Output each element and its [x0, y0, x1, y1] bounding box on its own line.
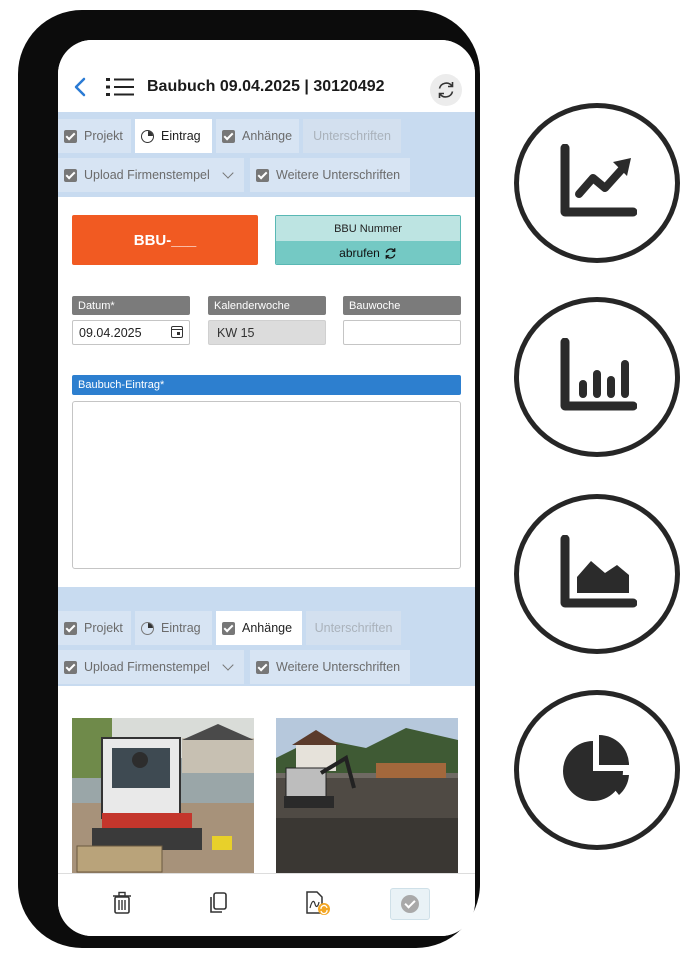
- checkbox-icon: [64, 168, 77, 182]
- app-screen: Baubuch 09.04.2025 | 30120492 Projekt Ei…: [58, 40, 475, 936]
- tab-label: Eintrag: [161, 621, 201, 635]
- tab-projekt[interactable]: Projekt: [58, 611, 131, 645]
- trash-icon[interactable]: [110, 890, 134, 916]
- bauwoche-field[interactable]: [343, 320, 461, 345]
- bauwoche-label: Bauwoche: [343, 296, 461, 315]
- tab-anhaenge[interactable]: Anhänge: [216, 611, 302, 645]
- checkbox-icon: [222, 129, 235, 143]
- baubuch-eintrag-textarea[interactable]: [72, 401, 461, 569]
- area-chart-badge: [514, 494, 680, 654]
- app-header: Baubuch 09.04.2025 | 30120492: [58, 40, 475, 112]
- tab-label: Projekt: [84, 129, 123, 143]
- copy-icon[interactable]: [206, 890, 230, 916]
- datum-field[interactable]: 09.04.2025: [72, 320, 190, 345]
- chevron-down-icon: [222, 659, 234, 671]
- checkbox-icon: [256, 168, 269, 182]
- datum-value: 09.04.2025: [79, 325, 142, 340]
- area-chart-icon: [560, 535, 637, 608]
- sync-button[interactable]: [430, 74, 462, 106]
- check-circle-icon: [401, 895, 419, 913]
- tab-unterschriften[interactable]: Unterschriften: [306, 611, 401, 645]
- abrufen-button[interactable]: abrufen: [276, 241, 460, 264]
- calendar-icon[interactable]: [171, 326, 183, 338]
- bbu-nummer-label: BBU Nummer: [276, 216, 460, 241]
- refresh-icon: [385, 247, 396, 259]
- baubuch-eintrag-label: Baubuch-Eintrag*: [72, 375, 461, 395]
- tab-label: Projekt: [84, 621, 123, 635]
- sync-icon: [438, 82, 454, 98]
- checkbox-icon: [222, 621, 235, 635]
- bottom-toolbar: [58, 873, 475, 936]
- pdf-sync-icon[interactable]: [303, 890, 333, 916]
- tab-label: Upload Firmenstempel: [84, 168, 210, 182]
- tab-weitere-unterschriften[interactable]: Weitere Unterschriften: [250, 158, 410, 192]
- pie-icon: [141, 129, 154, 143]
- tab-projekt[interactable]: Projekt: [58, 119, 131, 153]
- attachment-photo-excavator-1[interactable]: [72, 718, 254, 878]
- tab-eintrag[interactable]: Eintrag: [135, 119, 212, 153]
- chevron-down-icon: [222, 167, 234, 179]
- checkbox-icon: [256, 660, 269, 674]
- bar-chart-icon: [560, 338, 637, 411]
- pie-icon: [141, 621, 154, 635]
- pie-chart-icon: [563, 735, 629, 801]
- tab-eintrag[interactable]: Eintrag: [135, 611, 212, 645]
- tab-weitere-unterschriften[interactable]: Weitere Unterschriften: [250, 650, 410, 684]
- tab-label: Unterschriften: [314, 621, 393, 635]
- chevron-left-icon[interactable]: [70, 76, 92, 98]
- tab-upload-firmenstempel[interactable]: Upload Firmenstempel: [58, 650, 244, 684]
- line-chart-badge: [514, 103, 680, 263]
- tab-label: Weitere Unterschriften: [276, 660, 401, 674]
- kalenderwoche-field: KW 15: [208, 320, 326, 345]
- kalenderwoche-label: Kalenderwoche: [208, 296, 326, 315]
- tab-label: Eintrag: [161, 129, 201, 143]
- tab-upload-firmenstempel[interactable]: Upload Firmenstempel: [58, 158, 244, 192]
- bar-chart-badge: [514, 297, 680, 457]
- phone-frame: Baubuch 09.04.2025 | 30120492 Projekt Ei…: [18, 10, 480, 948]
- tab-bar-bottom: Projekt Eintrag Anhänge Unterschriften U…: [58, 587, 475, 686]
- confirm-button[interactable]: [390, 888, 430, 920]
- tab-label: Weitere Unterschriften: [276, 168, 401, 182]
- line-chart-icon: [560, 144, 637, 217]
- checkbox-icon: [64, 660, 77, 674]
- bbu-nummer-widget: BBU Nummer abrufen: [275, 215, 461, 265]
- tab-label: Unterschriften: [313, 129, 391, 143]
- datum-label: Datum*: [72, 296, 190, 315]
- page-title: Baubuch 09.04.2025 | 30120492: [147, 78, 385, 95]
- abrufen-label: abrufen: [339, 246, 380, 260]
- attachment-photo-excavator-2[interactable]: [276, 718, 458, 878]
- checkbox-icon: [64, 129, 77, 143]
- list-icon[interactable]: [106, 76, 134, 98]
- tab-bar-top: Projekt Eintrag Anhänge Unterschriften U…: [58, 112, 475, 197]
- tab-unterschriften[interactable]: Unterschriften: [303, 119, 401, 153]
- pie-chart-badge: [514, 690, 680, 850]
- tab-label: Anhänge: [242, 129, 293, 143]
- tab-label: Upload Firmenstempel: [84, 660, 210, 674]
- checkbox-icon: [64, 621, 77, 635]
- bbu-button[interactable]: BBU-___: [72, 215, 258, 265]
- tab-anhaenge[interactable]: Anhänge: [216, 119, 299, 153]
- tab-label: Anhänge: [242, 621, 293, 635]
